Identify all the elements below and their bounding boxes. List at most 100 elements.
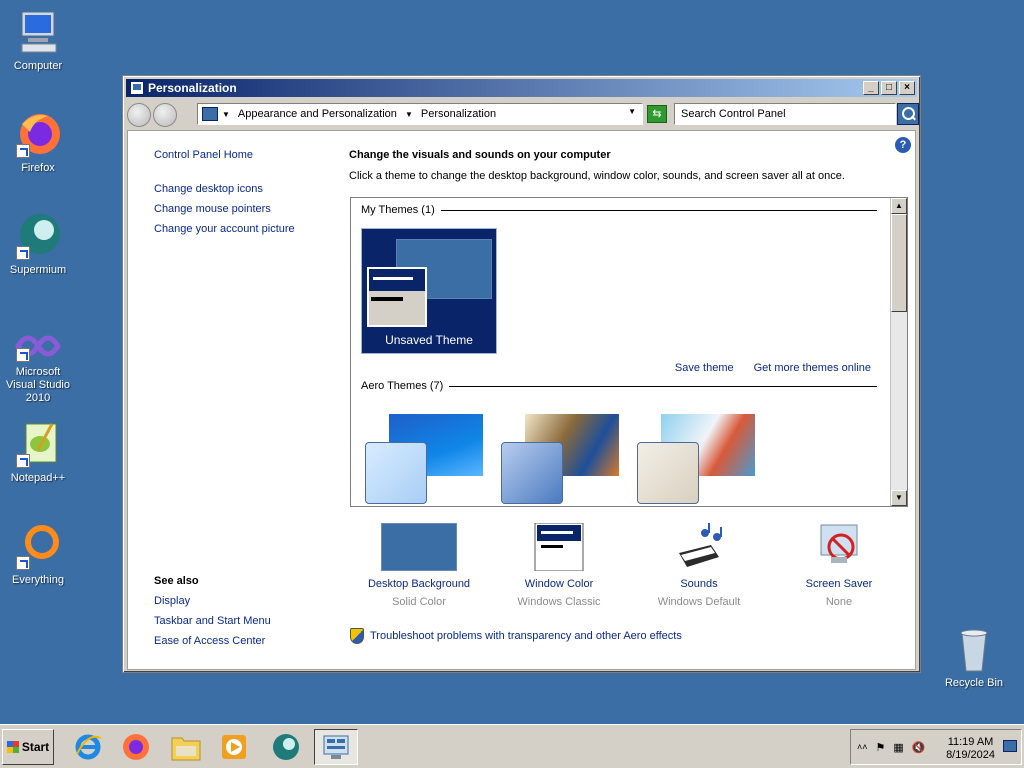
action-center-flag-icon[interactable]: ⚑	[876, 741, 886, 754]
sounds-icon	[661, 523, 737, 571]
unsaved-theme-label: Unsaved Theme	[385, 333, 473, 347]
volume-muted-icon[interactable]: 🔇	[912, 741, 926, 754]
window-title: Personalization	[148, 81, 237, 95]
desktop-icon-label: Recycle Bin	[944, 677, 1004, 689]
shortcut-arrow-icon	[16, 348, 30, 362]
scroll-up-button[interactable]: ▲	[891, 198, 907, 214]
theme-list-scrollbar[interactable]: ▲ ▼	[890, 198, 907, 506]
desktop-background-value: Solid Color	[392, 596, 446, 608]
folder-icon	[171, 737, 201, 761]
taskbar-firefox[interactable]	[114, 729, 158, 765]
my-themes-header: My Themes (1)	[361, 204, 877, 216]
troubleshoot-link-row[interactable]: Troubleshoot problems with transparency …	[350, 628, 682, 644]
window-color-item[interactable]: Window Color Windows Classic	[494, 522, 624, 608]
desktop-icon-label: Everything	[12, 574, 64, 586]
window-color-value: Windows Classic	[517, 596, 601, 608]
supermium-icon	[14, 212, 62, 260]
control-panel-icon	[202, 107, 218, 121]
system-tray: ˄˄ ⚑ ▦ 🔇 11:19 AM 8/19/2024	[850, 729, 1022, 765]
desktop-background-item[interactable]: Desktop Background Solid Color	[354, 523, 484, 608]
aero-theme-windows7[interactable]	[361, 414, 489, 506]
link-change-desktop-icons[interactable]: Change desktop icons	[154, 183, 334, 195]
desktop-icon-visual-studio[interactable]: Microsoft Visual Studio 2010	[0, 328, 76, 405]
shortcut-arrow-icon	[16, 144, 30, 158]
recycle-bin-icon	[950, 625, 998, 673]
screen-saver-value: None	[825, 596, 853, 608]
sounds-label[interactable]: Sounds	[634, 578, 764, 590]
unsaved-theme-tile[interactable]: Unsaved Theme	[361, 228, 497, 354]
desktop-icon-label: Microsoft Visual Studio 2010	[5, 366, 70, 404]
theme-list[interactable]: My Themes (1) Unsaved Theme Save theme G…	[350, 197, 908, 507]
window-color-label[interactable]: Window Color	[494, 578, 624, 590]
content-area: ? Control Panel Home Change desktop icon…	[127, 130, 916, 670]
maximize-button[interactable]: □	[881, 81, 897, 95]
desktop-icon-recycle-bin[interactable]: Recycle Bin	[936, 625, 1012, 690]
forward-button[interactable]	[153, 103, 177, 127]
search-button[interactable]	[897, 103, 919, 125]
network-icon[interactable]: ▦	[893, 741, 903, 754]
start-button[interactable]: Start	[2, 729, 54, 765]
personalization-window: Personalization _ □ × ▼ Appearance and P…	[122, 75, 921, 673]
address-bar[interactable]: ▼ Appearance and Personalization ▼ Perso…	[197, 103, 643, 125]
desktop-icon-label: Firefox	[21, 162, 55, 174]
desktop-icon-computer[interactable]: Computer	[0, 8, 76, 73]
screen-saver-label[interactable]: Screen Saver	[774, 578, 904, 590]
minimize-button[interactable]: _	[863, 81, 879, 95]
chevron-right-icon[interactable]: ▼	[222, 110, 230, 119]
taskbar-supermium[interactable]	[264, 729, 308, 765]
clock[interactable]: 11:19 AM 8/19/2024	[946, 736, 995, 762]
sounds-value: Windows Default	[657, 596, 741, 608]
firefox-icon	[123, 734, 149, 760]
taskbar-internet-explorer[interactable]	[66, 729, 110, 765]
get-more-themes-link[interactable]: Get more themes online	[754, 362, 871, 374]
screen-saver-item[interactable]: Screen Saver None	[774, 523, 904, 608]
link-taskbar-start-menu[interactable]: Taskbar and Start Menu	[154, 615, 334, 627]
taskbar-media-player[interactable]	[212, 729, 256, 765]
computer-icon	[14, 8, 62, 56]
see-also-header: See also	[154, 575, 199, 587]
desktop-background-icon	[381, 523, 457, 571]
shortcut-arrow-icon	[16, 454, 30, 468]
show-hidden-icons-icon[interactable]: ˄˄	[857, 742, 868, 752]
link-change-account-picture[interactable]: Change your account picture	[154, 223, 334, 235]
chevron-down-icon[interactable]: ▼	[628, 107, 636, 116]
troubleshoot-link[interactable]: Troubleshoot problems with transparency …	[370, 630, 682, 642]
see-also-section: See also Display Taskbar and Start Menu …	[154, 575, 334, 647]
scroll-down-button[interactable]: ▼	[891, 490, 907, 506]
link-control-panel-home[interactable]: Control Panel Home	[154, 149, 334, 161]
desktop-icon-firefox[interactable]: Firefox	[0, 110, 76, 175]
scroll-thumb[interactable]	[891, 214, 907, 312]
close-button[interactable]: ×	[899, 81, 915, 95]
desktop-icon-label: Notepad++	[10, 472, 66, 484]
screen-saver-icon	[801, 523, 877, 571]
sounds-item[interactable]: Sounds Windows Default	[634, 523, 764, 608]
theme-settings-row: Desktop Background Solid Color Window Co…	[350, 522, 910, 613]
visual-studio-icon	[14, 328, 62, 362]
control-panel-icon	[130, 81, 144, 95]
taskbar-explorer[interactable]	[164, 729, 208, 765]
title-bar[interactable]: Personalization _ □ ×	[126, 79, 917, 97]
aero-themes-header: Aero Themes (7)	[361, 380, 878, 392]
desktop-background-label[interactable]: Desktop Background	[354, 578, 484, 590]
link-change-mouse-pointers[interactable]: Change mouse pointers	[154, 203, 334, 215]
refresh-button[interactable]: ⇆	[647, 105, 667, 123]
save-theme-link[interactable]: Save theme	[675, 362, 734, 374]
desktop-icon-notepadpp[interactable]: Notepad++	[0, 420, 76, 485]
show-desktop-icon[interactable]	[1003, 740, 1017, 752]
breadcrumb-personalization[interactable]: Personalization	[421, 108, 496, 120]
aero-theme-characters[interactable]	[633, 414, 761, 506]
firefox-icon	[14, 110, 62, 158]
start-label: Start	[21, 740, 50, 754]
chevron-right-icon[interactable]: ▼	[405, 110, 413, 119]
link-ease-of-access[interactable]: Ease of Access Center	[154, 635, 334, 647]
window-color-icon	[521, 522, 597, 572]
back-button[interactable]	[127, 103, 151, 127]
aero-theme-architecture[interactable]	[497, 414, 625, 506]
desktop-icon-supermium[interactable]: Supermium	[0, 212, 76, 277]
windows-flag-icon	[6, 741, 19, 753]
link-display[interactable]: Display	[154, 595, 334, 607]
desktop-icon-everything[interactable]: Everything	[0, 522, 76, 587]
search-input[interactable]: Search Control Panel	[674, 103, 896, 125]
breadcrumb-appearance[interactable]: Appearance and Personalization	[238, 108, 397, 120]
taskbar-control-panel[interactable]	[314, 729, 358, 765]
